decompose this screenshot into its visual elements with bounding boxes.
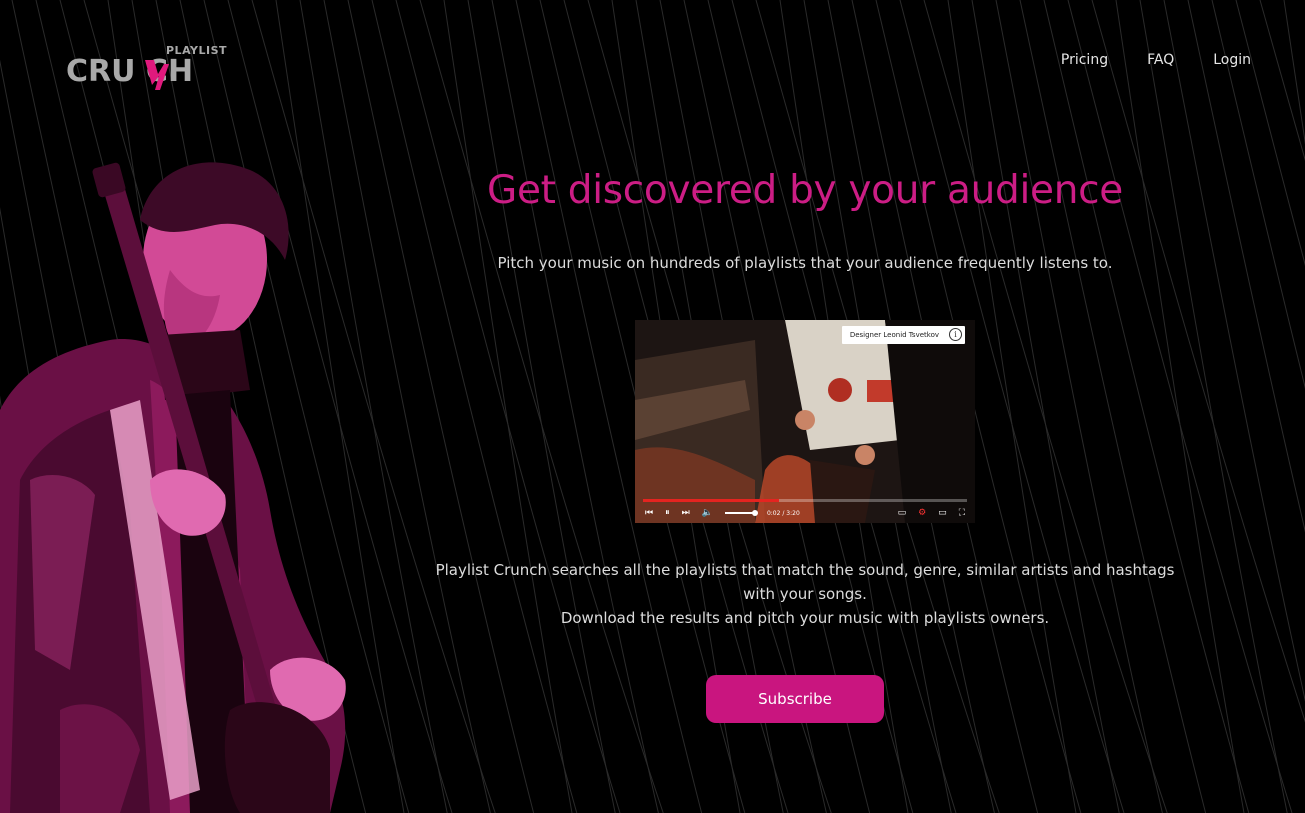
description-line-2: Download the results and pitch your musi… — [560, 609, 1050, 627]
background-line — [1043, 0, 1250, 813]
info-icon[interactable]: i — [949, 328, 962, 341]
background-line — [395, 0, 621, 813]
background-line — [1259, 0, 1305, 162]
subscribe-button[interactable]: Subscribe — [706, 675, 884, 723]
background-line — [1211, 0, 1305, 389]
nav-login[interactable]: Login — [1213, 52, 1251, 68]
captions-icon[interactable]: ▭ — [898, 508, 907, 518]
background-line — [1187, 0, 1305, 533]
background-line — [347, 0, 535, 813]
description-line-1: Playlist Crunch searches all the playlis… — [435, 561, 1175, 603]
next-icon[interactable]: ⏭ — [682, 508, 690, 518]
background-line — [491, 0, 659, 813]
logo[interactable]: PLAYLIST CRU CH — [66, 44, 242, 94]
background-line — [1163, 0, 1305, 702]
video-progress-bar[interactable] — [643, 499, 967, 502]
nav-pricing[interactable]: Pricing — [1061, 52, 1108, 68]
video-player[interactable]: Designer Leonid Tsvetkov i ⏮ ⏸ ⏭ 🔈 0:02 … — [635, 320, 975, 523]
fullscreen-icon[interactable]: ⛶ — [959, 508, 965, 518]
background-line — [1067, 0, 1293, 813]
background-line — [1091, 0, 1305, 723]
video-credit: Designer Leonid Tsvetkov — [841, 326, 965, 344]
hero-subhead: Pitch your music on hundreds of playlist… — [497, 254, 1113, 272]
video-thumbnail — [635, 320, 975, 523]
guitarist-image — [0, 162, 346, 813]
volume-slider[interactable] — [724, 510, 758, 516]
video-time: 0:02 / 3:20 — [766, 509, 800, 517]
background-line — [971, 0, 1120, 813]
background-line — [371, 0, 578, 813]
description: Playlist Crunch searches all the playlis… — [430, 558, 1180, 630]
time-current: 0:02 — [766, 509, 781, 517]
background-line — [467, 0, 616, 813]
background-line — [419, 0, 664, 813]
background-line — [1139, 0, 1288, 813]
pause-icon[interactable]: ⏸ — [665, 508, 670, 518]
lightning-bolt-icon — [145, 60, 169, 90]
video-controls: ⏮ ⏸ ⏭ 🔈 0:02 / 3:20 ▭ ⚙ ▭ ⛶ — [635, 504, 975, 522]
video-progress-fill — [643, 499, 780, 502]
nav-faq[interactable]: FAQ — [1147, 52, 1174, 68]
theater-icon[interactable]: ▭ — [938, 508, 947, 518]
background-line — [1019, 0, 1207, 813]
top-nav: Pricing FAQ Login — [1061, 52, 1251, 68]
logo-word: CRU CH — [66, 54, 194, 89]
volume-icon[interactable]: 🔈 — [702, 508, 713, 518]
hero-headline: Get discovered by your audience — [487, 168, 1123, 213]
time-total: 3:20 — [786, 509, 800, 517]
previous-icon[interactable]: ⏮ — [645, 508, 653, 518]
settings-icon[interactable]: ⚙ — [918, 508, 926, 518]
background-line — [995, 0, 1163, 813]
